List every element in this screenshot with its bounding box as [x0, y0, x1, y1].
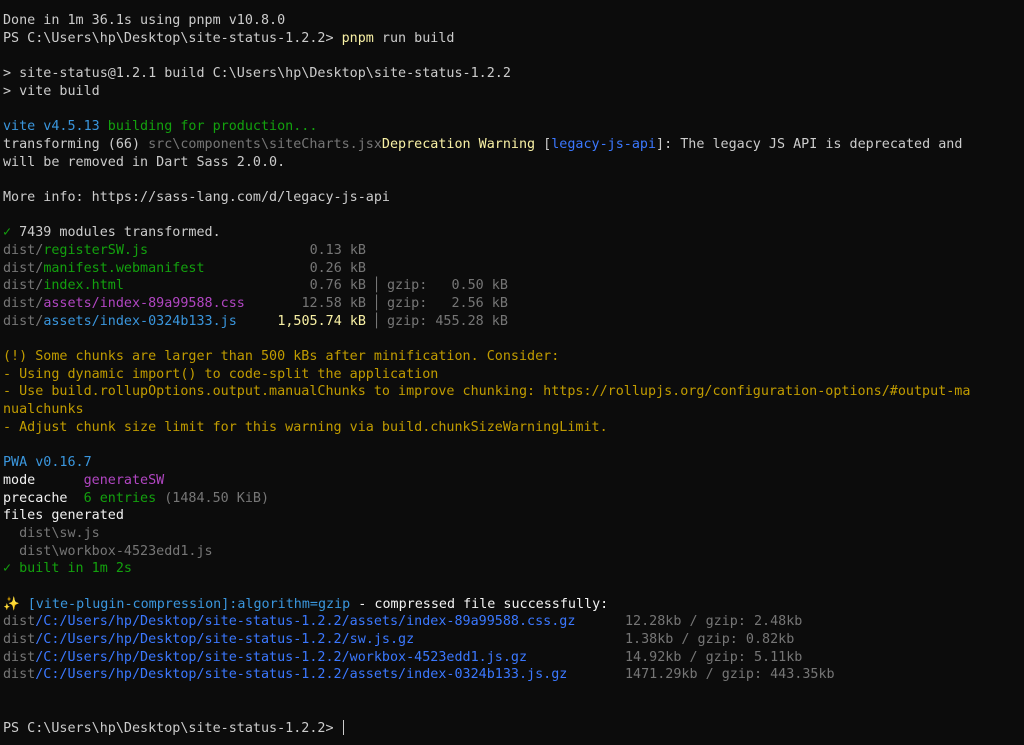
built-line: ✓ built in 1m 2s — [3, 561, 132, 577]
chunk-warning-line: - Use build.rollupOptions.output.manualC… — [3, 384, 971, 400]
compression-line: ✨ [vite-plugin-compression]:algorithm=gz… — [3, 596, 609, 612]
check-icon: ✓ — [3, 225, 12, 241]
script-line: > vite build — [3, 83, 100, 99]
chunk-warning-line: (!) Some chunks are larger than 500 kBs … — [3, 349, 560, 365]
output-file-row: dist/assets/index-0324b133.js 1,505.74 k… — [3, 313, 508, 329]
command-line: PS C:\Users\hp\Desktop\site-status-1.2.2… — [3, 30, 455, 46]
output-file-row: dist/registerSW.js 0.13 kB — [3, 242, 366, 258]
terminal-output[interactable]: Done in 1m 36.1s using pnpm v10.8.0 PS C… — [3, 12, 1020, 737]
compressed-file-row: dist/C:/Users/hp/Desktop/site-status-1.2… — [3, 667, 835, 683]
deprecation-continued: will be removed in Dart Sass 2.0.0. — [3, 154, 286, 170]
output-file-row: dist/index.html 0.76 kB │ gzip: 0.50 kB — [3, 278, 508, 294]
vite-building-line: vite v4.5.13 building for production... — [3, 119, 318, 135]
more-info-line: More info: https://sass-lang.com/d/legac… — [3, 189, 390, 205]
pwa-title: PWA v0.16.7 — [3, 455, 92, 471]
chunk-warning-line: nualchunks — [3, 402, 84, 418]
sparkle-icon: ✨ — [3, 596, 20, 612]
pwa-precache-line: precache 6 entries (1484.50 KiB) — [3, 490, 270, 506]
compressed-file-row: dist/C:/Users/hp/Desktop/site-status-1.2… — [3, 632, 795, 648]
generated-file: dist\sw.js — [3, 525, 100, 541]
compressed-file-row: dist/C:/Users/hp/Desktop/site-status-1.2… — [3, 614, 803, 630]
transforming-line: transforming (66) src\components\siteCha… — [3, 136, 963, 152]
output-file-row: dist/assets/index-89a99588.css 12.58 kB … — [3, 296, 508, 311]
chunk-warning-line: - Using dynamic import() to code-split t… — [3, 366, 439, 382]
files-generated-label: files generated — [3, 508, 124, 524]
script-line: > site-status@1.2.1 build C:\Users\hp\De… — [3, 66, 511, 82]
generated-file: dist\workbox-4523edd1.js — [3, 543, 213, 559]
prompt-line[interactable]: PS C:\Users\hp\Desktop\site-status-1.2.2… — [3, 719, 1020, 738]
pnpm-done-line: Done in 1m 36.1s using pnpm v10.8.0 — [3, 13, 286, 28]
check-icon: ✓ — [3, 561, 12, 577]
compressed-file-row: dist/C:/Users/hp/Desktop/site-status-1.2… — [3, 649, 803, 665]
output-file-row: dist/manifest.webmanifest 0.26 kB — [3, 260, 366, 276]
modules-line: ✓ 7439 modules transformed. — [3, 225, 221, 241]
text-cursor — [342, 719, 344, 735]
chunk-warning-line: - Adjust chunk size limit for this warni… — [3, 419, 608, 435]
pwa-mode-line: mode generateSW — [3, 472, 165, 488]
